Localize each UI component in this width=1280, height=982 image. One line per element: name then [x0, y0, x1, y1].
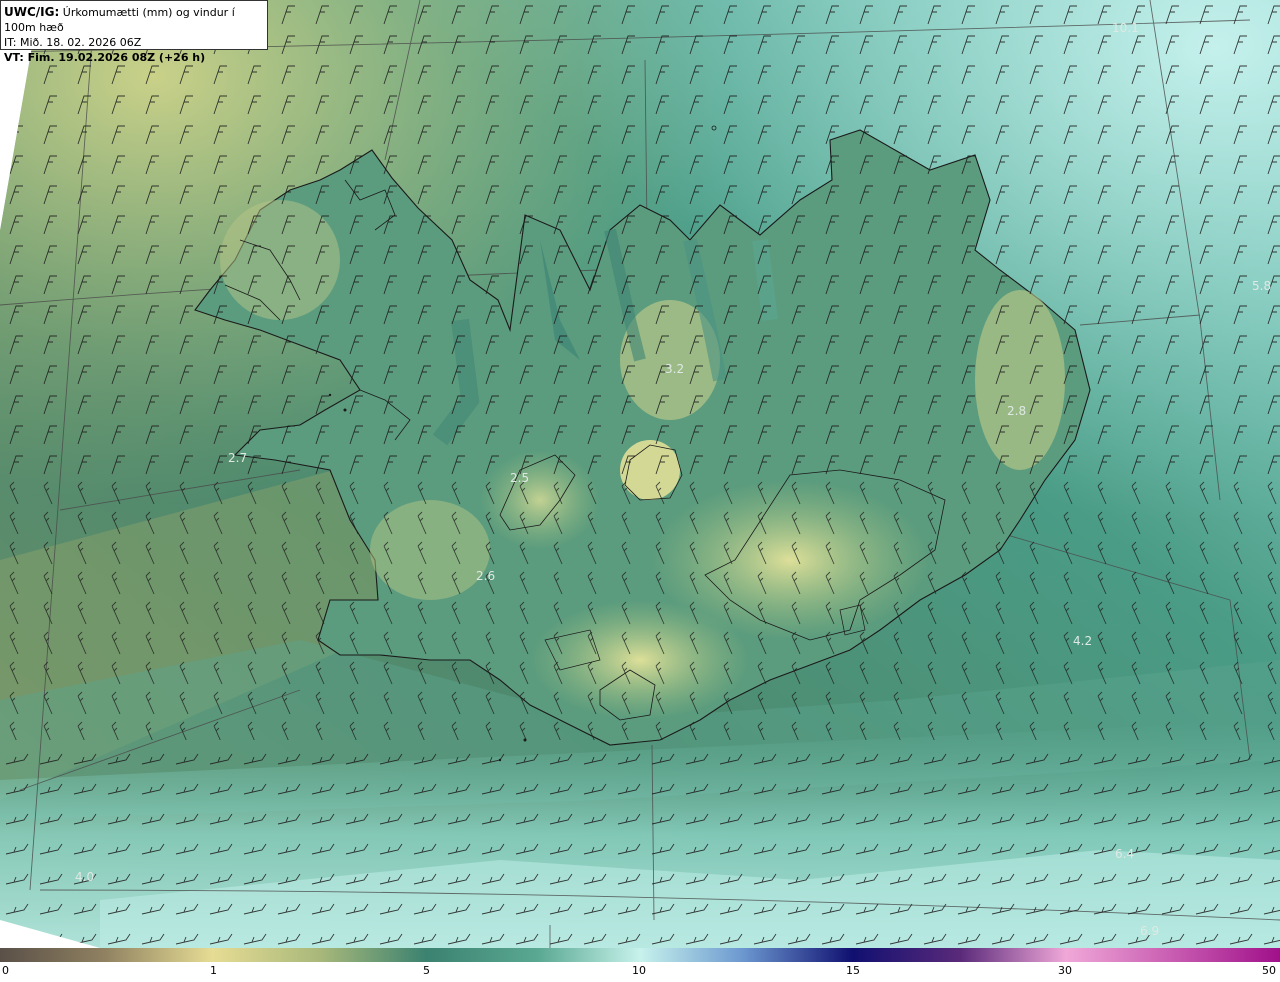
- value-southwest-sea: 4.0: [75, 870, 94, 884]
- value-far-south: 6.9: [1140, 924, 1159, 938]
- value-east-fjords: 2.8: [1007, 404, 1026, 418]
- colorbar-gradient: [0, 948, 1280, 962]
- value-southeast-sea: 4.2: [1073, 634, 1092, 648]
- title-line: UWC/IG: Úrkomumætti (mm) og vindur í 100…: [4, 5, 264, 35]
- colorbar-svg: 0 1 5 10 15 30 50: [0, 948, 1280, 977]
- colorbar-tick-50: 50: [1262, 964, 1276, 977]
- map-title-box: UWC/IG: Úrkomumætti (mm) og vindur í 100…: [0, 0, 268, 64]
- colorbar-tick-10: 10: [632, 964, 646, 977]
- colorbar: 0 1 5 10 15 30 50: [0, 948, 1280, 978]
- colorbar-tick-30: 30: [1058, 964, 1072, 977]
- colorbar-tick-0: 0: [2, 964, 9, 977]
- value-west-interior: 2.5: [510, 471, 529, 485]
- value-west-peninsula: 2.7: [228, 451, 247, 465]
- value-east: 5.8: [1252, 279, 1271, 293]
- init-time: IT: Mið. 18. 02. 2026 06Z: [4, 36, 142, 49]
- wind-barbs: [0, 0, 1280, 948]
- value-nne: 10.1: [1112, 21, 1139, 35]
- colorbar-tick-5: 5: [423, 964, 430, 977]
- colorbar-tick-15: 15: [846, 964, 860, 977]
- value-southwest-interior: 2.6: [476, 569, 495, 583]
- value-north-interior: 3.2: [665, 362, 684, 376]
- valid-time: VT: Fim. 19.02.2026 08Z (+26 h): [4, 51, 206, 64]
- model-prefix: UWC/IG:: [4, 5, 60, 19]
- forecast-map: 10.1 5.8 3.2 2.8 2.7 2.5 2.6 4.2 4.0 6.4…: [0, 0, 1280, 948]
- colorbar-tick-1: 1: [210, 964, 217, 977]
- map-canvas: 10.1 5.8 3.2 2.8 2.7 2.5 2.6 4.2 4.0 6.4…: [0, 0, 1280, 948]
- value-south-sea: 6.4: [1115, 847, 1134, 861]
